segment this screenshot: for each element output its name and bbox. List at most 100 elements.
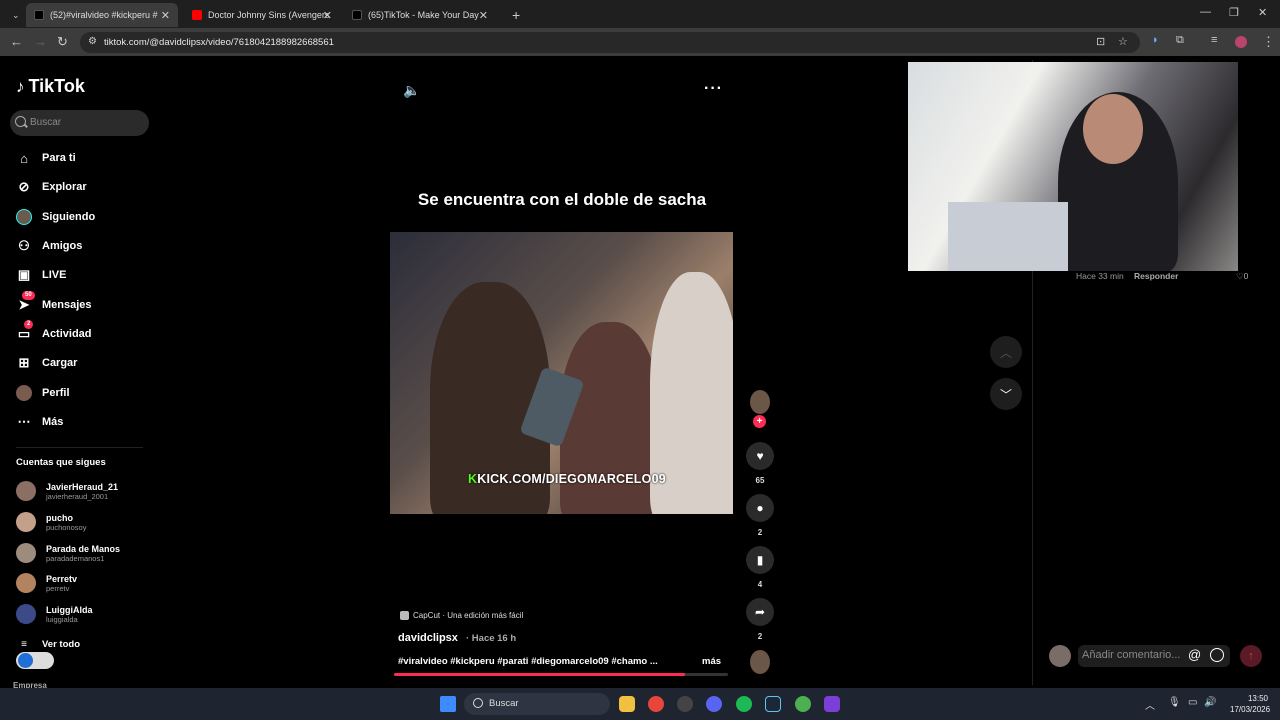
like-button[interactable]: ♥: [746, 442, 774, 470]
compass-icon: ⊘: [18, 179, 30, 194]
nav-mensajes[interactable]: ➤ 50 Mensajes: [16, 291, 92, 316]
comment-reply-button[interactable]: Responder: [1134, 271, 1178, 281]
next-video-button[interactable]: ﹀: [990, 378, 1022, 410]
theme-toggle[interactable]: [16, 652, 54, 669]
nav-para-ti[interactable]: ⌂ Para ti: [16, 147, 76, 169]
url-field[interactable]: ⚙ tiktok.com/@davidclipsx/video/76180421…: [80, 32, 1140, 53]
nav-explorar[interactable]: ⊘ Explorar: [16, 176, 87, 198]
tray-chevron-icon[interactable]: ︿: [1145, 697, 1155, 712]
nav-actividad[interactable]: ▭ 2 Actividad: [16, 320, 92, 345]
new-tab-button[interactable]: +: [504, 3, 520, 27]
chevron-down-icon: ﹀: [999, 387, 1012, 402]
nav-live[interactable]: ▣ LIVE: [16, 264, 67, 286]
activity-badge: 2: [24, 320, 34, 329]
search-input[interactable]: Buscar: [10, 110, 149, 136]
tab-1[interactable]: (52)#viralvideo #kickperu # ✕: [26, 3, 178, 27]
close-tab-icon[interactable]: ✕: [479, 9, 488, 22]
reload-icon[interactable]: ↻: [57, 34, 68, 50]
capcut-tag[interactable]: CapCut · Una edición más fácil: [400, 608, 523, 622]
nav-label: Actividad: [42, 328, 92, 340]
following-section-title: Cuentas que sigues: [16, 457, 106, 468]
share-button[interactable]: ➦: [746, 598, 774, 626]
chrome-profile-icon[interactable]: [795, 696, 811, 712]
following-account[interactable]: Perretv perretv: [16, 572, 77, 594]
minimize-icon[interactable]: —: [1200, 6, 1211, 18]
discord-icon[interactable]: [706, 696, 722, 712]
bookmark-icon: ▮: [756, 553, 764, 567]
tab-3[interactable]: (65)TikTok - Make Your Day ✕: [344, 3, 496, 27]
upload-icon: ⊞: [18, 355, 30, 370]
tab-2[interactable]: Doctor Johnny Sins (Avengers ✕: [184, 3, 340, 27]
network-icon[interactable]: ▭: [1188, 697, 1197, 708]
mention-icon[interactable]: @: [1188, 647, 1201, 662]
video-progress-bar[interactable]: [394, 673, 728, 676]
send-comment-button[interactable]: ↑: [1240, 645, 1262, 667]
nav-amigos[interactable]: ⚇ Amigos: [16, 235, 82, 257]
avatar: [16, 512, 36, 532]
webcam-overlay: [908, 62, 1238, 271]
comment-button[interactable]: ●: [746, 494, 774, 522]
system-clock[interactable]: 13:50 17/03/2026: [1230, 693, 1271, 715]
following-avatar-icon: [16, 209, 32, 225]
account-name: LuiggiAlda: [46, 604, 93, 615]
extension-icon[interactable]: ◗: [1152, 34, 1159, 46]
extensions-puzzle-icon[interactable]: ⧉: [1176, 34, 1184, 47]
spotify-icon[interactable]: [736, 696, 752, 712]
following-account[interactable]: JavierHeraud_21 javierheraud_2001: [16, 480, 118, 502]
save-button[interactable]: ▮: [746, 546, 774, 574]
install-app-icon[interactable]: ⊡: [1096, 35, 1105, 48]
previous-video-button[interactable]: ︿: [990, 336, 1022, 368]
browser-menu-icon[interactable]: ⋮: [1262, 34, 1275, 50]
comment-like-button[interactable]: ♡0: [1236, 271, 1248, 282]
avatar: [16, 481, 36, 501]
steam-icon[interactable]: [765, 696, 781, 712]
app-grid-icon[interactable]: [824, 696, 840, 712]
nav-siguiendo[interactable]: Siguiendo: [16, 206, 95, 228]
friends-icon: ⚇: [18, 238, 30, 253]
follow-button[interactable]: +: [753, 415, 766, 428]
bookmark-star-icon[interactable]: ☆: [1118, 35, 1128, 48]
close-tab-icon[interactable]: ✕: [323, 9, 332, 22]
forward-icon[interactable]: →: [34, 34, 47, 49]
url-text: tiktok.com/@davidclipsx/video/7618042188…: [104, 37, 334, 48]
tiktok-logo[interactable]: ♪ TikTok: [16, 76, 85, 97]
windows-start-icon[interactable]: [440, 696, 456, 712]
music-disc-avatar[interactable]: [750, 650, 770, 674]
tab-list-button[interactable]: ⌄: [4, 3, 22, 27]
video-player[interactable]: KKICK.COM/DIEGOMARCELO09: [390, 232, 733, 514]
nav-label: Siguiendo: [42, 211, 96, 223]
close-tab-icon[interactable]: ✕: [161, 9, 170, 22]
volume-icon[interactable]: 🔈: [403, 82, 420, 99]
nav-cargar[interactable]: ⊞ Cargar: [16, 352, 78, 374]
following-account[interactable]: Parada de Manos paradademanos1: [16, 542, 120, 564]
share-count: 2: [757, 632, 763, 641]
nav-mas[interactable]: ⋯ Más: [16, 411, 64, 433]
site-info-icon[interactable]: ⚙: [88, 36, 97, 47]
maximize-icon[interactable]: ❐: [1229, 6, 1239, 19]
avatar: [16, 543, 36, 563]
see-more-button[interactable]: más: [702, 656, 721, 667]
sidebar-divider: [16, 447, 143, 448]
video-hashtags[interactable]: #viralvideo #kickperu #parati #diegomarc…: [398, 656, 658, 667]
emoji-icon[interactable]: [1210, 648, 1224, 662]
following-account[interactable]: LuiggiAlda luiggialda: [16, 603, 93, 625]
close-window-icon[interactable]: ✕: [1258, 6, 1267, 19]
obs-icon[interactable]: [677, 696, 693, 712]
creator-avatar[interactable]: [750, 390, 770, 414]
profile-avatar[interactable]: [1235, 36, 1247, 48]
microphone-icon[interactable]: 🎙: [1168, 697, 1181, 708]
speaker-icon[interactable]: 🔊: [1204, 697, 1216, 708]
video-more-options-icon[interactable]: ···: [704, 80, 723, 98]
taskbar-search[interactable]: Buscar: [464, 693, 610, 715]
video-author[interactable]: davidclipsx: [398, 632, 458, 644]
following-account[interactable]: pucho puchonosoy: [16, 511, 86, 533]
media-controls-icon[interactable]: ≡: [1211, 34, 1217, 46]
file-explorer-icon[interactable]: [619, 696, 635, 712]
account-name: pucho: [46, 512, 73, 523]
chrome-icon[interactable]: [648, 696, 664, 712]
comment-input[interactable]: Añadir comentario... @: [1078, 645, 1230, 667]
see-all-label: Ver todo: [42, 638, 81, 650]
nav-perfil[interactable]: Perfil: [16, 382, 70, 404]
clock-date: 17/03/2026: [1230, 705, 1271, 714]
back-icon[interactable]: ←: [10, 34, 23, 49]
